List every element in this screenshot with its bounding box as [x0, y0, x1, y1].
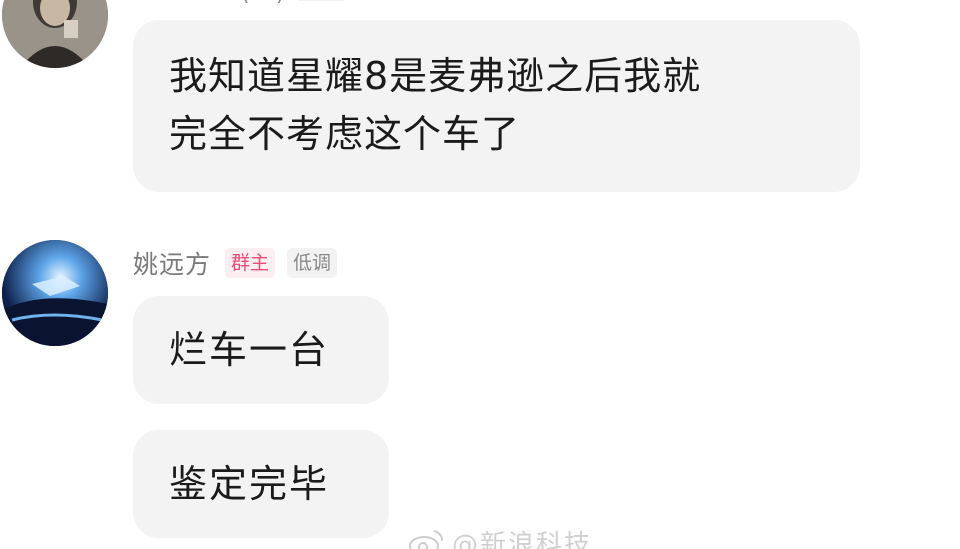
watermark: @新浪科技 [408, 522, 592, 549]
message-header: 姚远方 群主 低调 [133, 245, 349, 281]
avatar[interactable] [2, 240, 108, 346]
sender-name[interactable]: 姚远方 [133, 245, 211, 281]
message-text: 烂车一台 [169, 328, 330, 372]
message-text-line: 我知道星耀8是麦弗逊之后我就 [169, 54, 702, 98]
group-owner-badge: 群主 [225, 248, 276, 278]
car-headlight-photo-icon [2, 240, 108, 346]
avatar[interactable] [2, 0, 108, 68]
message-header: ?????? (??) [133, 0, 346, 6]
user-photo-icon [2, 0, 108, 68]
weibo-logo-icon [409, 530, 443, 549]
message-bubble[interactable]: 烂车一台 [133, 296, 389, 404]
sender-name[interactable]: ?????? (??) [157, 0, 286, 6]
level-badge: 低调 [287, 248, 338, 278]
watermark-text: @新浪科技 [452, 529, 593, 549]
message-text: 鉴定完毕 [169, 462, 330, 506]
message-text-line: 完全不考虑这个车了 [169, 112, 521, 156]
message-bubble[interactable]: 鉴定完毕 [133, 430, 389, 538]
message-bubble[interactable]: 我知道星耀8是麦弗逊之后我就 完全不考虑这个车了 [133, 20, 860, 192]
chat-screen: ?????? (??) 我知道星耀8是麦弗逊之后我就 完全不考虑这个车了 姚远方… [0, 0, 960, 549]
member-badge [295, 0, 346, 1]
